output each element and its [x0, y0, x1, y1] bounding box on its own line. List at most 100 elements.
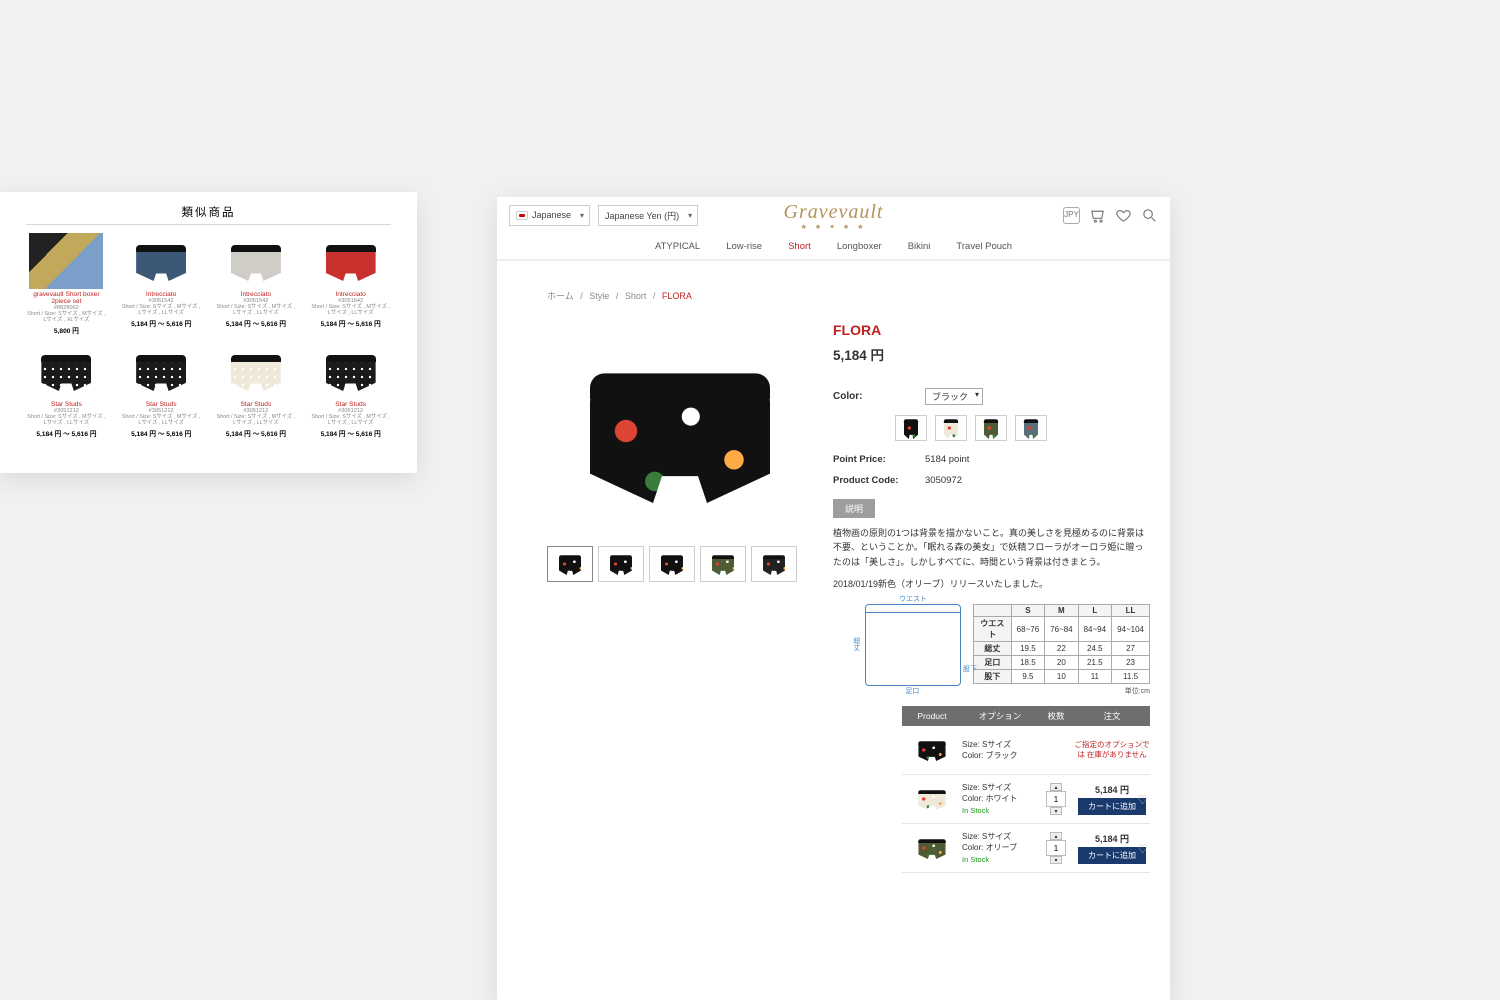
heart-icon[interactable] — [1115, 207, 1132, 224]
qty-input[interactable] — [1046, 791, 1066, 807]
breadcrumb: ホーム / Style / Short / FLORA — [497, 261, 1170, 322]
nav-travel pouch[interactable]: Travel Pouch — [956, 241, 1012, 252]
related-item[interactable]: Intrecciato#3051542Short / Size: Sサイズ , … — [216, 233, 297, 335]
qty-input[interactable] — [1046, 840, 1066, 856]
color-swatches — [895, 415, 1150, 441]
size-diagram — [865, 604, 961, 686]
related-thumb — [314, 233, 388, 289]
wishlist-icon[interactable]: ♡ — [1137, 793, 1148, 807]
size-unit: 単位:cm — [973, 686, 1150, 696]
code-value: 3050972 — [925, 475, 962, 486]
qty-down-icon[interactable]: ▾ — [1050, 856, 1062, 864]
variant-option: Size: SサイズColor: ホワイトIn Stock — [962, 782, 1038, 816]
color-swatch[interactable] — [935, 415, 967, 441]
related-sizes: Short / Size: Sサイズ , Mサイズ , Lサイズ , XLサイズ — [26, 311, 107, 324]
search-icon[interactable] — [1141, 207, 1158, 224]
cart-icon[interactable] — [1089, 207, 1106, 224]
related-name: Star Studs — [51, 401, 82, 408]
crumb[interactable]: ホーム — [547, 291, 574, 301]
thumbnail[interactable] — [649, 546, 695, 582]
related-item[interactable]: Star Studs#3051212Short / Size: Sサイズ , M… — [26, 343, 107, 438]
related-sizes: Short / Size: Sサイズ , Mサイズ , Lサイズ , LLサイズ — [310, 304, 391, 317]
color-swatch[interactable] — [1015, 415, 1047, 441]
wishlist-icon[interactable]: ♡ — [1137, 738, 1148, 752]
currency-value: Japanese Yen (円) — [605, 209, 679, 222]
related-item[interactable]: Intrecciato#3051542Short / Size: Sサイズ , … — [121, 233, 202, 335]
crumb-current: FLORA — [662, 291, 692, 301]
related-sizes: Short / Size: Sサイズ , Mサイズ , Lサイズ , LLサイズ — [216, 414, 297, 427]
related-name: Intrecciato — [146, 291, 176, 298]
variant-option: Size: SサイズColor: オリーブIn Stock — [962, 831, 1038, 865]
related-item[interactable]: Star Studs#3051212Short / Size: Sサイズ , M… — [216, 343, 297, 438]
qty-up-icon[interactable]: ▴ — [1050, 783, 1062, 791]
currency-selector[interactable]: Japanese Yen (円) — [598, 205, 698, 226]
related-price: 5,184 円 ～ 5,616 円 — [36, 428, 96, 438]
related-price: 5,184 円 ～ 5,616 円 — [131, 318, 191, 328]
variant-row: Size: SサイズColor: オリーブIn Stock▴▾ 5,184 円カ… — [902, 824, 1150, 873]
related-thumb — [219, 233, 293, 289]
related-grid: gravevault Short boxer 2piece set#882806… — [26, 233, 391, 438]
related-sizes: Short / Size: Sサイズ , Mサイズ , Lサイズ , LLサイズ — [216, 304, 297, 317]
account-icon[interactable]: JPY — [1063, 207, 1080, 224]
size-section: ウエスト 総丈 股下 足口 SMLLLウエスト68~7676~8484~9494… — [865, 604, 1150, 696]
variant-table: Product オプション 枚数 注文 Size: SサイズColor: ブラッ… — [902, 706, 1150, 873]
variant-thumb — [902, 828, 962, 868]
related-thumb — [219, 343, 293, 399]
related-products-panel: 類似商品 gravevault Short boxer 2piece set#8… — [0, 192, 417, 473]
language-selector[interactable]: Japanese — [509, 205, 590, 226]
qty-down-icon[interactable]: ▾ — [1050, 807, 1062, 815]
related-name: Star Studs — [335, 401, 366, 408]
brand-logo[interactable]: Gravevault — [784, 201, 884, 224]
thumbnail[interactable] — [598, 546, 644, 582]
nav-low-rise[interactable]: Low-rise — [726, 241, 762, 252]
description-tab[interactable]: 説明 — [833, 499, 875, 518]
related-item[interactable]: Star Studs#3051212Short / Size: Sサイズ , M… — [121, 343, 202, 438]
related-item[interactable]: gravevault Short boxer 2piece set#882806… — [26, 233, 107, 335]
related-thumb — [124, 343, 198, 399]
release-note: 2018/01/19新色（オリーブ）リリースいたしました。 — [833, 577, 1150, 590]
related-item[interactable]: Intrecciato#3051542Short / Size: Sサイズ , … — [310, 233, 391, 335]
related-sizes: Short / Size: Sサイズ , Mサイズ , Lサイズ , LLサイズ — [121, 304, 202, 317]
qty-up-icon[interactable]: ▴ — [1050, 832, 1062, 840]
qty-stepper[interactable]: ▴▾ — [1046, 783, 1066, 815]
nav-short[interactable]: Short — [788, 241, 811, 252]
thumbnail-strip — [547, 546, 813, 582]
main-nav: ATYPICAL Low-rise Short Longboxer Bikini Trav… — [497, 233, 1170, 261]
product-detail: FLORA 5,184 円 Color: ブラック Point Price:51… — [833, 322, 1150, 873]
variant-row: Size: SサイズColor: ブラックご指定のオプションでは 在庫がありませ… — [902, 726, 1150, 775]
thumbnail[interactable] — [700, 546, 746, 582]
thumbnail[interactable] — [751, 546, 797, 582]
related-thumb — [314, 343, 388, 399]
related-thumb — [124, 233, 198, 289]
related-name: Intrecciato — [335, 291, 365, 298]
thumbnail[interactable] — [547, 546, 593, 582]
add-to-cart-button[interactable]: カートに追加 — [1078, 847, 1146, 864]
nav-bikini[interactable]: Bikini — [908, 241, 931, 252]
main-image[interactable] — [547, 322, 813, 540]
brand-sub: ★ ★ ✦ ★ ★ — [801, 223, 867, 231]
product-title: FLORA — [833, 322, 1150, 338]
product-section: FLORA 5,184 円 Color: ブラック Point Price:51… — [497, 322, 1170, 873]
crumb[interactable]: Short — [625, 291, 647, 301]
variant-option: Size: SサイズColor: ブラック — [962, 739, 1038, 761]
crumb[interactable]: Style — [589, 291, 609, 301]
color-select[interactable]: ブラック — [925, 388, 983, 405]
variant-price: 5,184 円 — [1095, 832, 1129, 845]
description-text: 植物画の原則の1つは背景を描かないこと。真の美しさを見極めるのに背景は不要、とい… — [833, 526, 1150, 569]
size-table: SMLLLウエスト68~7676~8484~9494~104総丈19.52224… — [973, 604, 1150, 684]
product-price: 5,184 円 — [833, 344, 1150, 364]
flag-jp-icon — [516, 211, 528, 220]
nav-longboxer[interactable]: Longboxer — [837, 241, 882, 252]
add-to-cart-button[interactable]: カートに追加 — [1078, 798, 1146, 815]
divider — [26, 224, 391, 225]
related-price: 5,184 円 ～ 5,616 円 — [131, 428, 191, 438]
color-swatch[interactable] — [895, 415, 927, 441]
qty-stepper[interactable]: ▴▾ — [1046, 832, 1066, 864]
color-swatch[interactable] — [975, 415, 1007, 441]
related-thumb — [29, 343, 103, 399]
related-item[interactable]: Star Studs#3051212Short / Size: Sサイズ , M… — [310, 343, 391, 438]
related-title: 類似商品 — [26, 204, 391, 220]
nav-atypical[interactable]: ATYPICAL — [655, 241, 700, 252]
related-price: 5,184 円 ～ 5,616 円 — [321, 428, 381, 438]
wishlist-icon[interactable]: ♡ — [1137, 842, 1148, 856]
